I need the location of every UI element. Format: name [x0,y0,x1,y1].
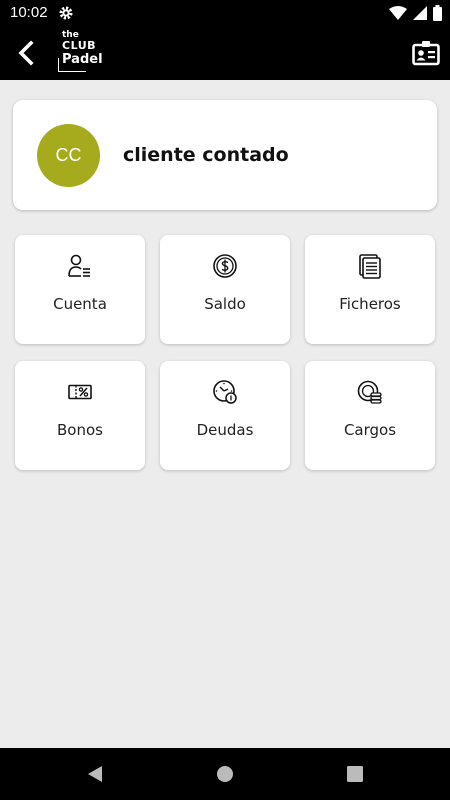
status-bar: 10:02 [0,0,450,26]
tile-cuenta[interactable]: Cuenta [15,235,145,344]
tile-ficheros[interactable]: Ficheros [305,235,435,344]
avatar: CC [37,124,100,187]
clock-coin-icon [213,380,237,404]
status-icons [389,5,442,21]
tile-saldo[interactable]: Saldo [160,235,290,344]
dollar-coin-icon [213,254,237,278]
tile-cargos[interactable]: Cargos [305,361,435,470]
user-list-icon [68,254,90,277]
nav-home-circle-icon[interactable] [215,764,235,784]
club-padel-logo: the CLUB Padel [56,30,108,76]
nav-recents-square-icon[interactable] [345,764,365,784]
back-arrow-icon[interactable] [14,40,40,66]
coins-stack-icon [357,380,382,404]
status-time: 10:02 [10,4,48,21]
app-bar: the CLUB Padel [0,26,450,80]
tile-label: Ficheros [339,295,401,313]
logo-text-club: CLUB [62,39,97,52]
tile-deudas[interactable]: Deudas [160,361,290,470]
cellular-signal-icon [413,6,427,20]
tile-label: Cargos [343,421,397,439]
logo-bracket-horizontal [58,71,86,72]
avatar-initials: CC [55,145,82,165]
client-name: cliente contado [123,144,289,166]
profile-card: CC cliente contado [13,100,437,210]
tile-label: Cuenta [53,295,107,313]
system-nav-bar [0,748,450,800]
nav-back-triangle-icon[interactable] [85,764,105,784]
logo-bracket-vertical [58,58,59,72]
wifi-icon [389,6,407,20]
settings-gear-icon [59,6,73,20]
tile-bonos[interactable]: Bonos [15,361,145,470]
tile-label: Saldo [204,295,246,313]
ticket-percent-icon [68,384,92,400]
tile-label: Deudas [196,421,254,439]
battery-icon [433,5,442,21]
documents-icon [359,254,381,279]
tile-label: Bonos [57,421,103,439]
logo-text-padel: Padel [62,52,103,67]
id-card-icon[interactable] [412,40,440,66]
